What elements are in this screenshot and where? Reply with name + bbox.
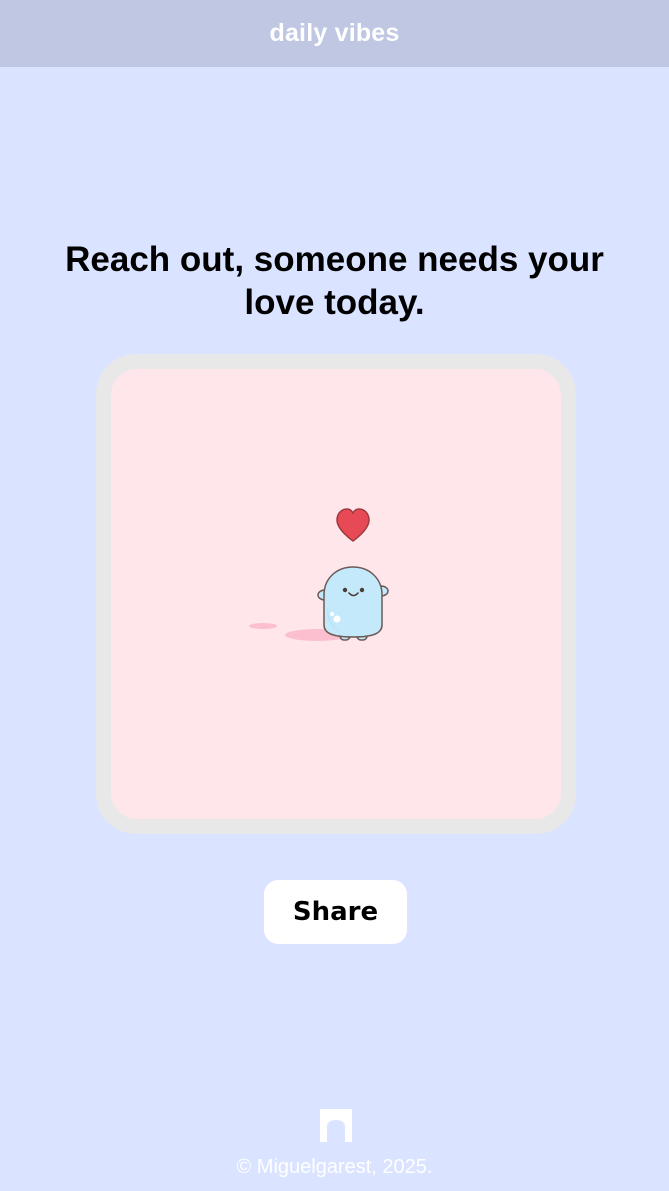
- app-title: daily vibes: [269, 19, 400, 47]
- arch-logo-icon[interactable]: [318, 1107, 354, 1143]
- illustration-frame: [96, 354, 576, 834]
- daily-quote: Reach out, someone needs your love today…: [65, 240, 604, 322]
- illustration-card: [111, 369, 561, 819]
- share-button[interactable]: Share: [264, 880, 407, 944]
- copyright-text: © Miguelgarest, 2025.: [236, 1156, 433, 1178]
- heart-mascot-icon: [249, 508, 389, 641]
- app-header: daily vibes: [0, 0, 669, 67]
